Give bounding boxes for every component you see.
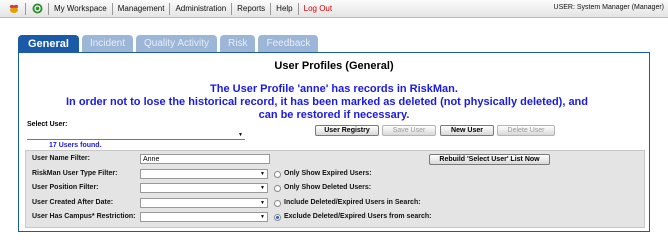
- tab-bar: General Incident Quality Activity Risk F…: [18, 35, 321, 52]
- user-type-filter-label: RiskMan User Type Filter:: [32, 170, 118, 177]
- chevron-down-icon: ▼: [260, 200, 265, 206]
- menu-management[interactable]: Management: [118, 4, 165, 13]
- include-deleted-radio[interactable]: [274, 200, 281, 207]
- user-position-filter-label: User Position Filter:: [32, 184, 99, 191]
- menu-separator: [25, 2, 26, 15]
- tab-risk[interactable]: Risk: [220, 35, 256, 52]
- user-registry-button[interactable]: User Registry: [315, 125, 379, 136]
- only-expired-label: Only Show Expired Users:: [284, 170, 372, 177]
- menu-my-workspace[interactable]: My Workspace: [54, 4, 107, 13]
- only-expired-radio[interactable]: [274, 171, 281, 178]
- menu-separator: [231, 2, 233, 15]
- top-menu-bar: My Workspace Management Administration R…: [0, 0, 668, 18]
- user-name-filter-input[interactable]: Anne: [140, 154, 270, 164]
- include-deleted-label: Include Deleted/Expired Users in Search:: [284, 199, 421, 206]
- menu-separator: [169, 2, 171, 15]
- chevron-down-icon: ▼: [260, 185, 265, 191]
- chevron-down-icon: ▼: [260, 171, 265, 177]
- menu-separator: [297, 2, 299, 15]
- menu-separator: [111, 2, 113, 15]
- user-created-after-label: User Created After Date:: [32, 199, 114, 206]
- menu-help[interactable]: Help: [276, 4, 292, 13]
- tab-feedback[interactable]: Feedback: [258, 35, 319, 52]
- exclude-deleted-label: Exclude Deleted/Expired Users from searc…: [284, 213, 432, 220]
- bee-logo-icon[interactable]: [8, 3, 20, 15]
- menu-reports[interactable]: Reports: [237, 4, 265, 13]
- menu-separator: [270, 2, 272, 15]
- filter-section: User Name Filter: Anne Rebuild 'Select U…: [25, 150, 645, 228]
- save-user-button[interactable]: Save User: [382, 125, 436, 136]
- user-profiles-panel: User Profiles (General) The User Profile…: [18, 52, 650, 232]
- exclude-deleted-radio[interactable]: [274, 214, 281, 221]
- rebuild-user-list-button[interactable]: Rebuild 'Select User' List Now: [429, 154, 550, 165]
- new-user-button[interactable]: New User: [440, 125, 494, 136]
- user-name-filter-label: User Name Filter:: [32, 155, 90, 162]
- only-deleted-radio[interactable]: [274, 185, 281, 192]
- users-found-count: 17 Users found.: [49, 142, 102, 149]
- status-message-line1: The User Profile 'anne' has records in R…: [210, 83, 458, 95]
- campus-restriction-select[interactable]: ▼: [140, 212, 268, 222]
- page-title: User Profiles (General): [274, 60, 394, 72]
- select-user-label: Select User:: [27, 121, 68, 128]
- user-type-filter-select[interactable]: ▼: [140, 169, 268, 179]
- chevron-down-icon: ▼: [260, 214, 265, 220]
- only-deleted-label: Only Show Deleted Users:: [284, 184, 372, 191]
- status-message-line3: can be restored if necessary.: [258, 109, 410, 121]
- current-user-label: USER: System Manager (Manager): [553, 4, 664, 11]
- menu-logout[interactable]: Log Out: [304, 4, 332, 13]
- chevron-down-icon: ▼: [238, 132, 243, 138]
- user-position-filter-select[interactable]: ▼: [140, 183, 268, 193]
- menu-administration[interactable]: Administration: [175, 4, 226, 13]
- select-user-dropdown[interactable]: ▼: [27, 130, 245, 140]
- refresh-icon[interactable]: [31, 3, 43, 15]
- menu-separator: [48, 2, 49, 15]
- tab-incident[interactable]: Incident: [81, 35, 133, 52]
- tab-general[interactable]: General: [18, 35, 79, 52]
- delete-user-button[interactable]: Delete User: [497, 125, 555, 136]
- user-created-after-select[interactable]: ▼: [140, 198, 268, 208]
- campus-restriction-label: User Has Campus* Restriction:: [32, 213, 136, 220]
- tab-quality-activity[interactable]: Quality Activity: [136, 35, 218, 52]
- status-message-line2: In order not to lose the historical reco…: [65, 96, 588, 108]
